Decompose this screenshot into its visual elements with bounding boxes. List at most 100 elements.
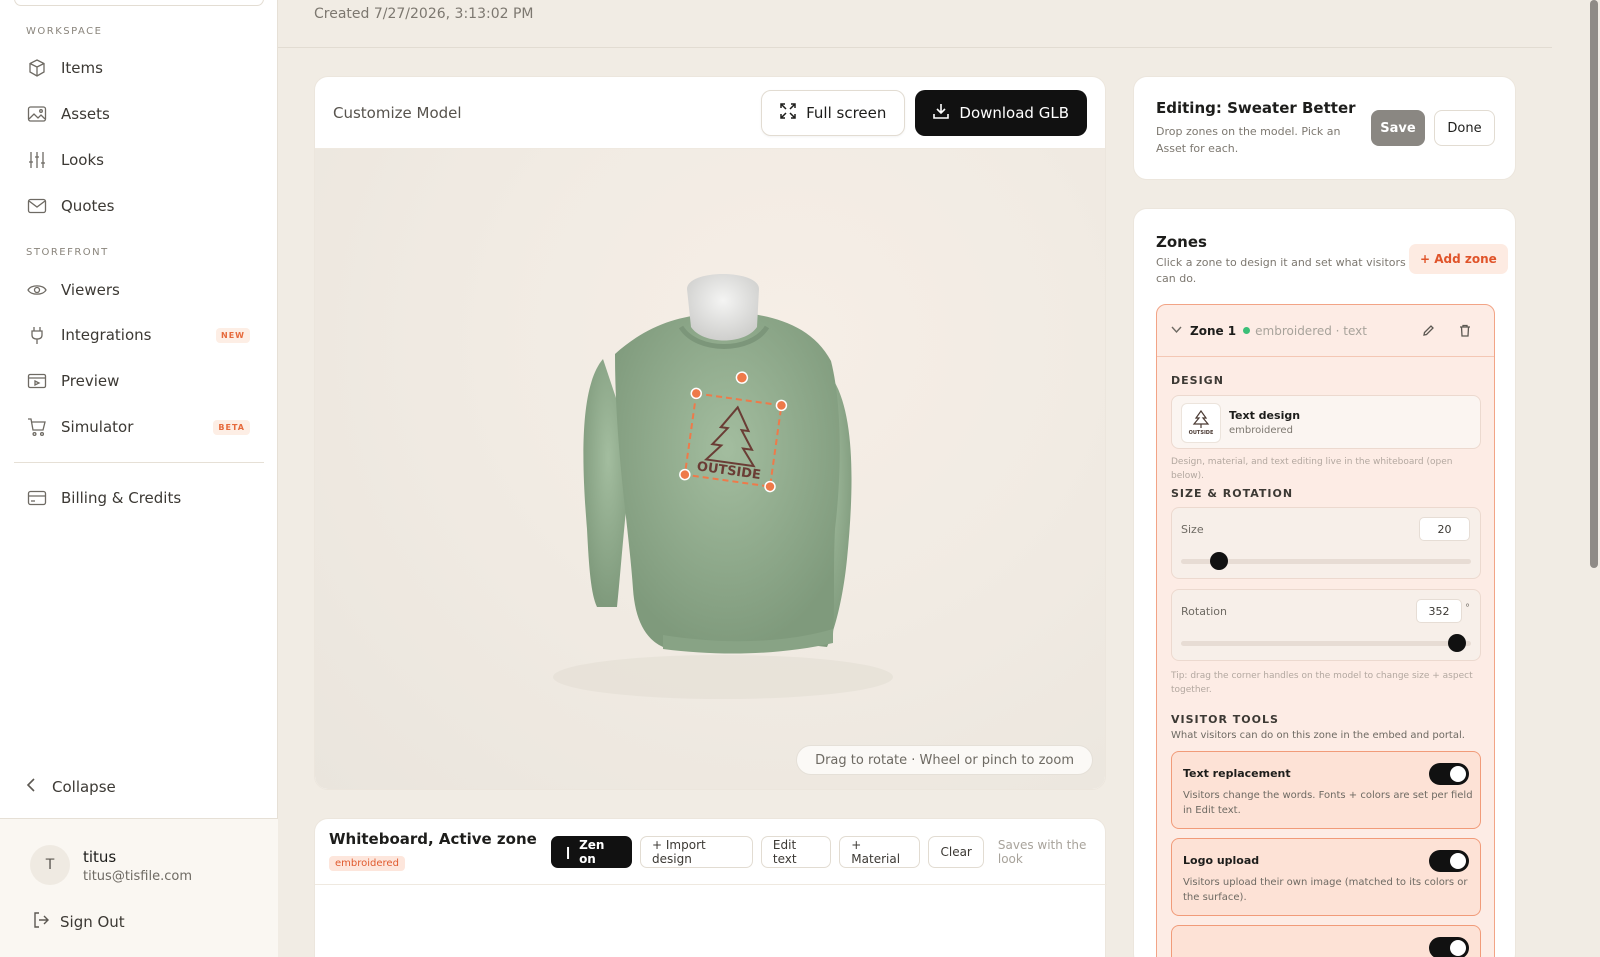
sign-out-icon <box>32 911 50 933</box>
page-scrollbar[interactable] <box>1588 0 1598 580</box>
tool-toggle[interactable] <box>1429 937 1469 957</box>
save-button[interactable]: Save <box>1371 110 1425 146</box>
zone-header[interactable]: Zone 1 embroidered · text <box>1157 305 1494 357</box>
tool-description: Visitors change the words. Fonts + color… <box>1183 790 1473 816</box>
zone-meta: embroidered · text <box>1255 323 1367 338</box>
sidebar-item-simulator[interactable]: Simulator BETA <box>14 407 264 447</box>
sidebar-item-label: Assets <box>61 105 110 123</box>
user-name: titus <box>83 848 117 866</box>
zone-panel: Zone 1 embroidered · text DESIGN OUTSIDE… <box>1156 304 1495 957</box>
design-picker[interactable]: OUTSIDE Text design embroidered <box>1171 395 1481 449</box>
done-button[interactable]: Done <box>1434 110 1495 146</box>
sidebar-item-label: Integrations <box>61 326 152 344</box>
zones-title: Zones <box>1156 233 1207 251</box>
save-note: Saves with the look <box>997 838 1087 866</box>
chevron-left-icon <box>26 778 44 796</box>
box-icon <box>26 57 48 79</box>
sweater-model[interactable]: OUTSIDE <box>315 149 1106 790</box>
whiteboard-toolbar: ❙ Zen on + Import design Edit text + Mate… <box>551 836 1105 868</box>
whiteboard-divider <box>315 884 1107 885</box>
visitor-tools-label: VISITOR TOOLS <box>1171 713 1279 726</box>
clear-button[interactable]: Clear <box>928 836 984 868</box>
rotation-label: Rotation <box>1181 605 1228 618</box>
design-name: Text design <box>1229 409 1301 422</box>
rotation-slider-thumb[interactable] <box>1447 634 1466 652</box>
mail-icon <box>26 195 48 217</box>
design-note: Design, material, and text editing live … <box>1171 457 1453 481</box>
sidebar-item-items[interactable]: Items <box>14 48 264 88</box>
design-section-label: DESIGN <box>1171 374 1224 387</box>
sidebar-item-viewers[interactable]: Viewers <box>14 270 264 310</box>
editing-subtitle: Drop zones on the model. Pick an Asset f… <box>1156 125 1341 155</box>
tool-card-partial <box>1171 925 1481 957</box>
tool-title: Text replacement <box>1183 767 1291 780</box>
rotation-input[interactable]: 352 <box>1416 599 1462 623</box>
cart-icon <box>26 416 48 438</box>
sidebar-item-label: Quotes <box>61 197 115 215</box>
size-slider-thumb[interactable] <box>1209 552 1228 570</box>
tip-note: Tip: drag the corner handles on the mode… <box>1171 671 1473 695</box>
status-dot <box>1243 327 1251 334</box>
sign-out-button[interactable]: Sign Out <box>32 911 125 933</box>
zen-icon: ❙ <box>563 845 574 859</box>
corner-handle[interactable] <box>775 399 788 412</box>
whiteboard-card: Whiteboard, Active zone embroidered ❙ Zen… <box>314 818 1107 957</box>
sidebar-item-integrations[interactable]: Integrations NEW <box>14 315 264 355</box>
credit-card-icon <box>26 487 48 509</box>
zone-name: Zone 1 <box>1190 323 1237 338</box>
beta-badge: BETA <box>213 419 250 435</box>
sidebar-item-label: Simulator <box>61 418 134 436</box>
sidebar-item-assets[interactable]: Assets <box>14 94 264 134</box>
storefront-section-label: STOREFRONT <box>26 247 109 258</box>
zen-toggle-button[interactable]: ❙ Zen on <box>551 836 633 868</box>
trash-icon[interactable] <box>1459 322 1471 341</box>
user-email: titus@tisfile.com <box>83 869 192 884</box>
sidebar-item-looks[interactable]: Looks <box>14 140 264 180</box>
chevron-down-icon[interactable] <box>1171 324 1182 337</box>
corner-handle[interactable] <box>690 387 703 400</box>
sidebar-item-billing[interactable]: Billing & Credits <box>14 478 264 518</box>
3d-viewport[interactable]: OUTSIDE Drag to rotate · Wheel or pinch … <box>315 149 1106 790</box>
collapse-button[interactable]: Collapse <box>26 778 116 796</box>
rotate-handle[interactable] <box>735 371 749 384</box>
whiteboard-tag: embroidered <box>329 856 405 871</box>
logo-upload-card: Logo upload Visitors upload their own im… <box>1171 838 1481 916</box>
image-icon <box>26 103 48 125</box>
rotation-track[interactable] <box>1181 641 1471 646</box>
sidebar-item-label: Billing & Credits <box>61 489 182 507</box>
plug-icon <box>26 324 48 346</box>
zones-card: Zones Click a zone to design it and set … <box>1133 208 1516 957</box>
corner-handle[interactable] <box>679 468 691 481</box>
sidebar-item-label: Looks <box>61 151 104 169</box>
text-replacement-toggle[interactable] <box>1429 763 1469 785</box>
design-thumb-text: OUTSIDE <box>1188 430 1214 436</box>
fullscreen-button[interactable]: Full screen <box>761 89 906 136</box>
sidebar-item-preview[interactable]: Preview <box>14 361 264 401</box>
pencil-icon[interactable] <box>1422 322 1435 341</box>
viewer-header: Customize Model Full screen Download GLB <box>315 77 1105 149</box>
edit-text-button[interactable]: Edit text <box>760 836 832 868</box>
zones-subtitle: Click a zone to design it and set what v… <box>1156 256 1406 285</box>
logo-upload-toggle[interactable] <box>1429 850 1469 872</box>
import-design-button[interactable]: + Import design <box>640 836 753 868</box>
add-zone-button[interactable]: + Add zone <box>1409 244 1508 274</box>
sidebar: WORKSPACE Items Assets Looks Quotes STOR… <box>0 0 278 957</box>
model-viewer-card: Customize Model Full screen Download GLB <box>314 76 1106 790</box>
search-box-stub[interactable] <box>14 0 264 6</box>
download-icon <box>933 103 950 123</box>
size-rotation-label: SIZE & ROTATION <box>1171 487 1294 500</box>
size-input[interactable]: 20 <box>1419 517 1470 541</box>
viewport-hint: Drag to rotate · Wheel or pinch to zoom <box>796 745 1093 775</box>
add-material-button[interactable]: + Material <box>839 836 921 868</box>
avatar[interactable]: T <box>30 845 70 885</box>
sidebar-item-label: Viewers <box>61 281 120 299</box>
tool-description: Visitors upload their own image (matched… <box>1183 877 1468 903</box>
whiteboard-title: Whiteboard, Active zone <box>329 830 537 848</box>
zen-label: Zen on <box>579 838 605 866</box>
scrollbar-thumb[interactable] <box>1590 0 1598 568</box>
sidebar-item-quotes[interactable]: Quotes <box>14 186 264 226</box>
download-glb-button[interactable]: Download GLB <box>915 89 1087 136</box>
corner-handle[interactable] <box>764 480 776 493</box>
expand-icon <box>780 102 796 123</box>
size-slider-box: Size 20 <box>1171 507 1481 579</box>
